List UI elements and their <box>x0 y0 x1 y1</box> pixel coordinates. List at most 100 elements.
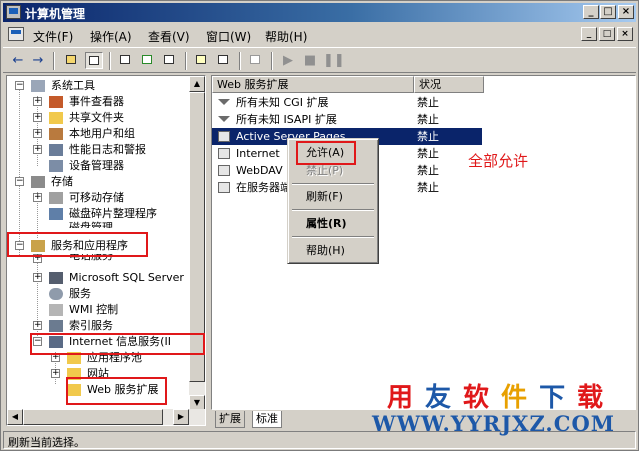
child-restore-button[interactable]: □ <box>599 27 615 41</box>
toolbar-separator <box>53 52 55 70</box>
web-extension-icon <box>218 148 230 159</box>
child-minimize-button[interactable]: _ <box>581 27 597 41</box>
menu-window[interactable]: 窗口(W) <box>206 28 251 45</box>
web-extension-icon <box>218 131 230 142</box>
web-extension-icon <box>218 182 230 193</box>
scroll-left-button[interactable]: ◀ <box>7 409 23 425</box>
details-pane: Web 服务扩展 状况 所有未知 CGI 扩展 禁止 所有未知 ISAPI 扩展… <box>211 75 636 410</box>
tree-item-web-service-extensions[interactable]: Web 服务扩展 <box>7 382 192 398</box>
web-extension-icon <box>218 165 230 176</box>
mmc-console-icon[interactable] <box>8 27 24 41</box>
filter-icon <box>218 116 230 122</box>
scroll-thumb[interactable] <box>189 92 205 382</box>
help-icon[interactable] <box>193 52 211 69</box>
tree-item-services[interactable]: 服务 <box>7 286 192 302</box>
column-header-status[interactable]: 状况 <box>414 76 484 93</box>
tree-item-event-viewer[interactable]: + 事件查看器 <box>7 94 192 110</box>
export-list-icon[interactable] <box>161 52 179 69</box>
filter-icon <box>218 99 230 105</box>
performance-icon <box>49 144 63 156</box>
child-close-button[interactable]: × <box>617 27 633 41</box>
annotation-allow-all: 全部允许 <box>468 152 529 170</box>
menu-separator <box>292 183 374 185</box>
title-bar[interactable]: 计算机管理 _ □ × <box>3 3 636 22</box>
menu-file[interactable]: 文件(F) <box>33 28 73 45</box>
stop-icon[interactable]: ■ <box>301 52 319 69</box>
scroll-thumb[interactable] <box>23 409 163 425</box>
toolbar-separator <box>109 52 111 70</box>
menu-refresh[interactable]: 刷新(F) <box>292 188 374 206</box>
tree-item-device-manager[interactable]: 设备管理器 <box>7 158 192 174</box>
wmi-icon <box>49 304 63 316</box>
menu-prohibit[interactable]: 禁止(P) <box>292 162 374 180</box>
menu-action[interactable]: 操作(A) <box>90 28 132 45</box>
list-item[interactable]: 所有未知 CGI 扩展 禁止 <box>212 94 482 111</box>
properties-icon[interactable] <box>117 52 135 69</box>
tab-standard[interactable]: 标准 <box>252 411 282 428</box>
status-text: 刷新当前选择。 <box>8 436 85 449</box>
connect-computer-icon[interactable] <box>247 52 265 69</box>
services-gear-icon <box>49 288 63 300</box>
toolbar-separator <box>239 52 241 70</box>
action-pane-icon[interactable] <box>215 52 233 69</box>
iis-server-icon <box>49 336 63 348</box>
users-icon <box>49 128 63 140</box>
tree-item-local-users[interactable]: + 本地用户和组 <box>7 126 192 142</box>
indexing-icon <box>49 320 63 332</box>
menu-view[interactable]: 查看(V) <box>148 28 190 45</box>
maximize-button[interactable]: □ <box>600 5 616 19</box>
tree-item-removable-storage[interactable]: + 可移动存储 <box>7 190 192 206</box>
show-hide-tree-icon[interactable] <box>85 52 103 69</box>
tree-item-indexing[interactable]: + 索引服务 <box>7 318 192 334</box>
tree-item-perf-logs[interactable]: + 性能日志和警报 <box>7 142 192 158</box>
menu-separator <box>292 236 374 238</box>
menu-allow[interactable]: 允许(A) <box>292 144 374 162</box>
menu-help[interactable]: 帮助(H) <box>265 28 307 45</box>
removable-storage-icon <box>49 192 63 204</box>
up-level-icon[interactable] <box>63 52 81 69</box>
tree-item-shared-folders[interactable]: + 共享文件夹 <box>7 110 192 126</box>
folder-icon <box>67 368 81 380</box>
folder-icon <box>67 352 81 364</box>
toolbar: ← → ▶ ■ ❚❚ <box>3 47 636 73</box>
scroll-up-button[interactable]: ▲ <box>189 76 205 92</box>
back-arrow-icon[interactable]: ← <box>9 52 27 69</box>
menu-help[interactable]: 帮助(H) <box>292 242 374 260</box>
close-button[interactable]: × <box>618 5 634 19</box>
event-viewer-icon <box>49 96 63 108</box>
tree-item-services-apps[interactable]: − 服务和应用程序 <box>7 238 192 254</box>
tree-horizontal-scrollbar[interactable]: ◀ ▶ <box>7 409 205 425</box>
tree-item-system-tools[interactable]: − 系统工具 <box>7 78 192 94</box>
tree-item-storage[interactable]: − 存储 <box>7 174 192 190</box>
tree-item-wmi[interactable]: WMI 控制 <box>7 302 192 318</box>
tree-item-app-pools[interactable]: + 应用程序池 <box>7 350 192 366</box>
window-title: 计算机管理 <box>25 7 86 21</box>
minimize-button[interactable]: _ <box>583 5 599 19</box>
console-tree-pane: − 系统工具 + 事件查看器 + 共享文件夹 + 本地用户和组 + 性能日志和警… <box>6 75 206 426</box>
tree-item-sql-server[interactable]: + Microsoft SQL Server <box>7 270 192 286</box>
tree-item-iis[interactable]: − Internet 信息服务(II <box>7 334 192 350</box>
sql-server-icon <box>49 272 63 284</box>
tree-item-telephony[interactable]: + 电话服务 <box>7 254 192 264</box>
list-item[interactable]: 所有未知 ISAPI 扩展 禁止 <box>212 111 482 128</box>
start-icon[interactable]: ▶ <box>279 52 297 69</box>
pause-icon[interactable]: ❚❚ <box>323 52 345 69</box>
storage-icon <box>31 176 45 188</box>
computer-management-window: 计算机管理 _ □ × 文件(F) 操作(A) 查看(V) 窗口(W) 帮助(H… <box>0 0 639 451</box>
device-manager-icon <box>49 160 63 172</box>
column-header-name[interactable]: Web 服务扩展 <box>212 76 414 93</box>
tab-extended[interactable]: 扩展 <box>215 411 245 428</box>
toolbar-separator <box>271 52 273 70</box>
services-apps-icon <box>31 240 45 252</box>
defrag-icon <box>49 208 63 220</box>
scroll-right-button[interactable]: ▶ <box>173 409 189 425</box>
tree-item-websites[interactable]: + 网站 <box>7 366 192 382</box>
forward-arrow-icon[interactable]: → <box>29 52 47 69</box>
tree-vertical-scrollbar[interactable]: ▲ ▼ <box>189 76 205 411</box>
menu-properties[interactable]: 属性(R) <box>292 215 374 233</box>
refresh-icon[interactable] <box>139 52 157 69</box>
watermark-logo: 用友软件下载 <box>387 383 616 413</box>
toolbox-icon <box>31 80 45 92</box>
menu-separator <box>292 209 374 211</box>
tree-item-disk-mgmt[interactable]: 磁盘管理 <box>7 220 192 228</box>
